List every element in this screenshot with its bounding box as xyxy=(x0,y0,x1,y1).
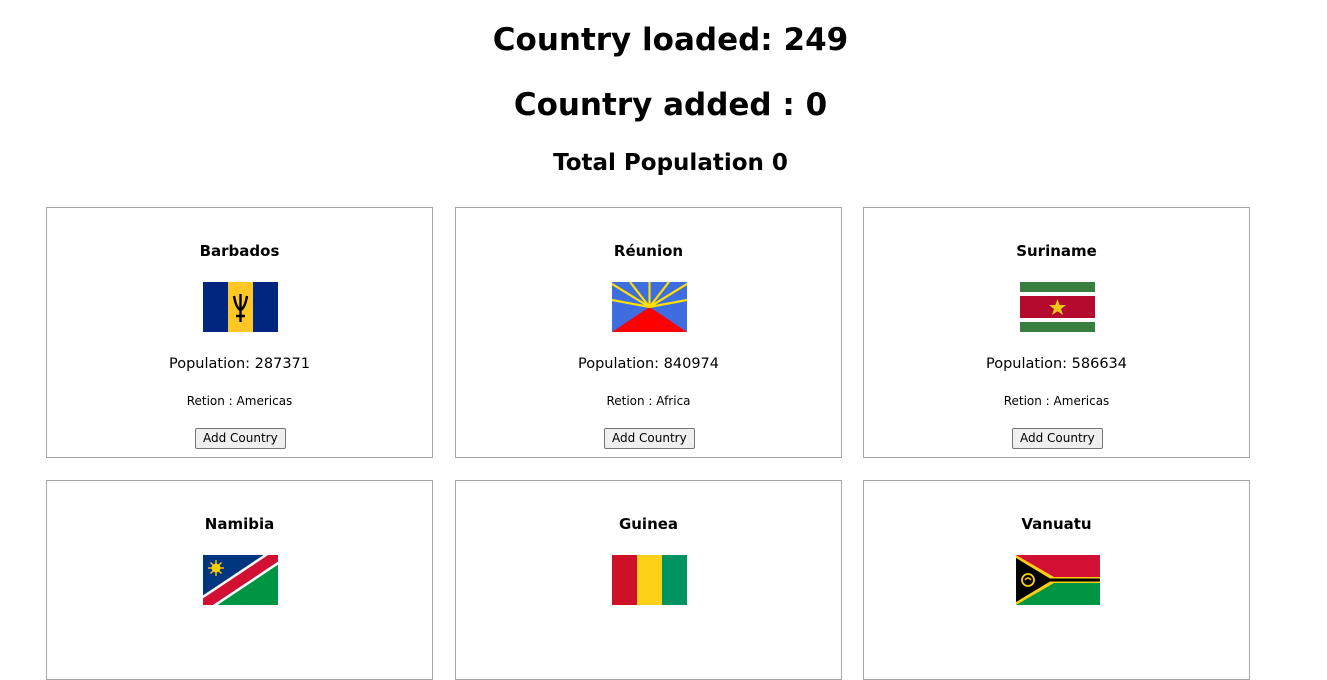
namibia-flag-icon xyxy=(203,555,278,605)
add-country-button[interactable]: Add Country xyxy=(1012,428,1103,449)
vanuatu-flag-icon xyxy=(1016,555,1100,605)
country-name: Guinea xyxy=(618,515,679,533)
country-region: Retion : Africa xyxy=(606,394,691,408)
country-name: Barbados xyxy=(199,242,280,260)
country-card-namibia: Namibia xyxy=(46,480,433,680)
countries-loaded-heading: Country loaded: 249 xyxy=(492,22,849,58)
country-card-guinea: Guinea xyxy=(455,480,842,680)
country-name: Réunion xyxy=(613,242,684,260)
barbados-flag-icon xyxy=(203,282,278,332)
country-population: Population: 586634 xyxy=(985,356,1128,372)
country-region: Retion : Americas xyxy=(1003,394,1110,408)
country-name: Namibia xyxy=(204,515,275,533)
country-population: Population: 287371 xyxy=(168,356,311,372)
add-country-button[interactable]: Add Country xyxy=(195,428,286,449)
add-country-button[interactable]: Add Country xyxy=(604,428,695,449)
country-name: Suriname xyxy=(1016,242,1097,260)
suriname-flag-icon xyxy=(1020,282,1095,332)
country-card-vanuatu: Vanuatu xyxy=(863,480,1250,680)
country-population: Population: 840974 xyxy=(577,356,720,372)
country-region: Retion : Americas xyxy=(186,394,293,408)
guinea-flag-icon xyxy=(612,555,687,605)
country-card-reunion: Réunion Population: 840974 Retion : Afri… xyxy=(455,207,842,458)
countries-added-heading: Country added : 0 xyxy=(513,87,828,123)
total-population-heading: Total Population 0 xyxy=(553,150,788,176)
country-name: Vanuatu xyxy=(1021,515,1092,533)
country-card-barbados: Barbados Population: 287371 Retion : Ame… xyxy=(46,207,433,458)
country-card-suriname: Suriname Population: 586634 Retion : Ame… xyxy=(863,207,1250,458)
reunion-flag-icon xyxy=(612,282,687,332)
